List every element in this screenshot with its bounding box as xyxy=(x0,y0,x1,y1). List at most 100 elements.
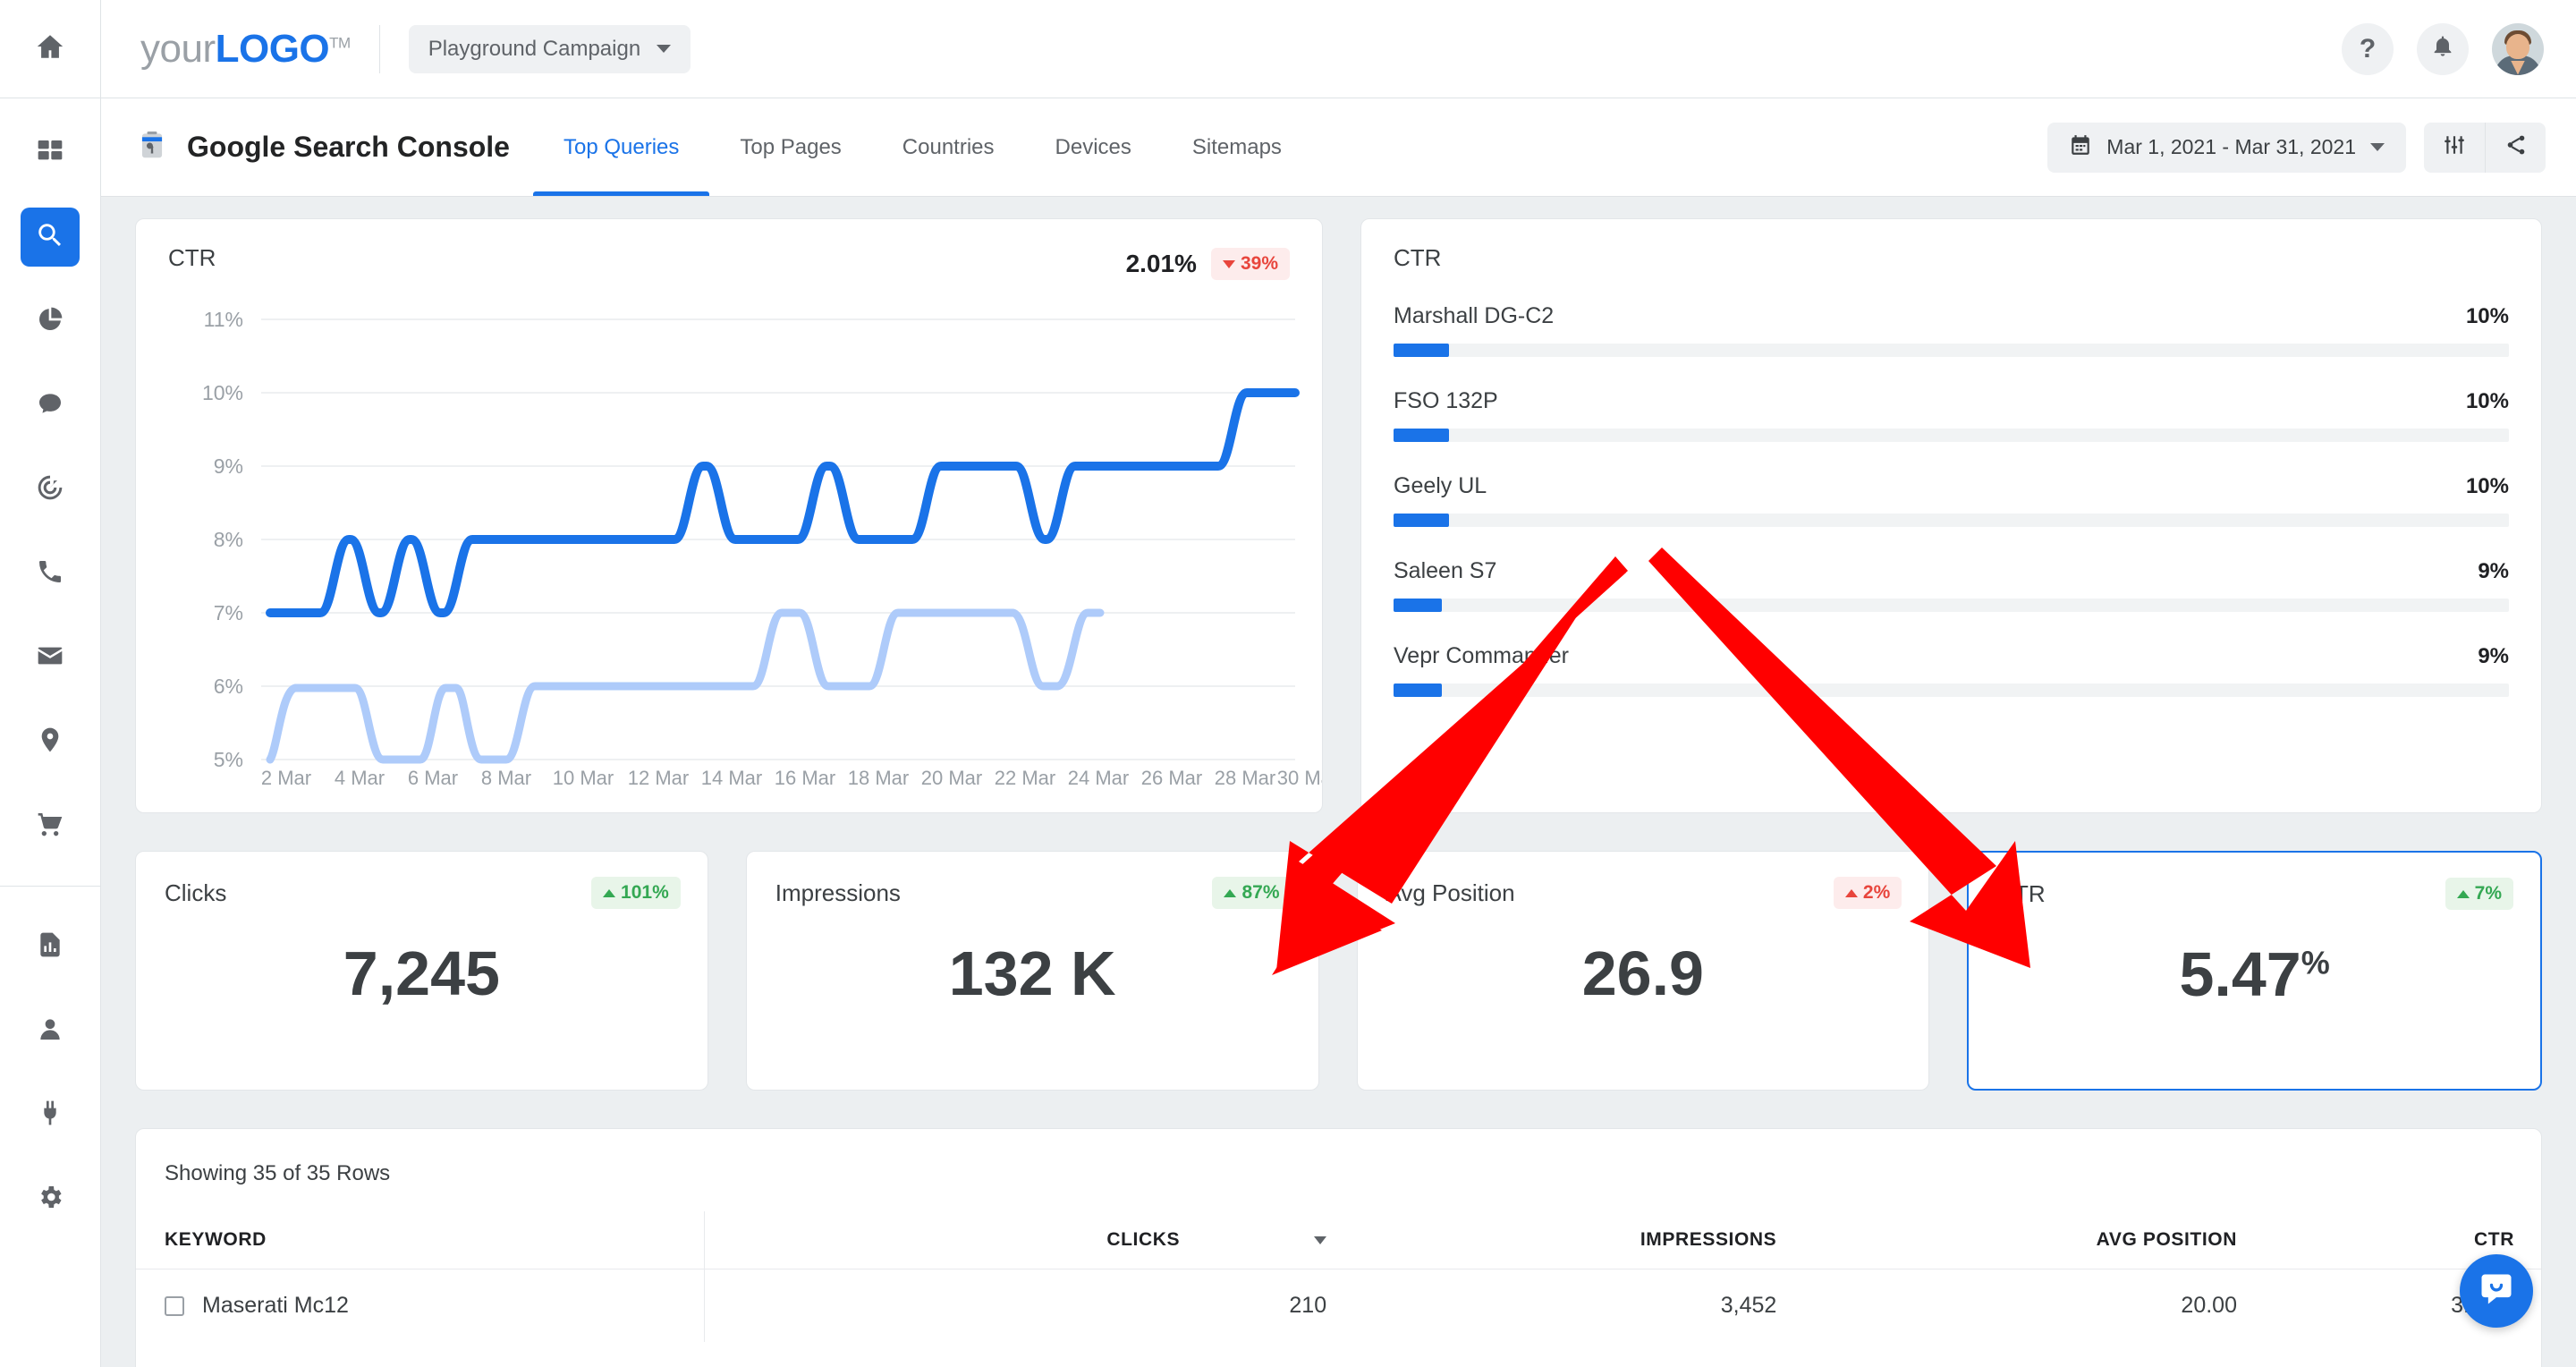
keywords-table: KEYWORD CLICKS IMPRESSIONS AVG POSITION … xyxy=(136,1211,2541,1342)
list-item-value: 9% xyxy=(2478,644,2509,668)
kpi-title: CTR xyxy=(1997,879,2046,907)
svg-text:2 Mar: 2 Mar xyxy=(261,767,311,785)
progress-track xyxy=(1394,599,2509,612)
sidebar-item-messages[interactable] xyxy=(21,376,80,435)
sidebar-item-account[interactable] xyxy=(21,1001,80,1060)
cell-clicks: 210 xyxy=(704,1269,1354,1342)
main-area: yourLOGOTM Playground Campaign ? Google … xyxy=(101,0,2576,1367)
sidebar-item-dashboard[interactable] xyxy=(21,123,80,183)
sidebar-item-search[interactable] xyxy=(21,208,80,267)
svg-text:10 Mar: 10 Mar xyxy=(553,767,614,785)
sort-descending-icon xyxy=(1314,1235,1327,1244)
tab-top-pages[interactable]: Top Pages xyxy=(709,98,871,196)
list-item[interactable]: Vepr Commander 9% xyxy=(1394,643,2509,697)
column-header-clicks[interactable]: CLICKS xyxy=(704,1211,1354,1269)
svg-text:18 Mar: 18 Mar xyxy=(848,767,909,785)
list-item-header: Vepr Commander 9% xyxy=(1394,643,2509,669)
column-header-clicks-label: CLICKS xyxy=(1106,1229,1181,1250)
table-showing-label: Showing 35 of 35 Rows xyxy=(165,1161,391,1185)
subbar-spacer xyxy=(1312,98,2047,196)
list-item[interactable]: Marshall DG-C2 10% xyxy=(1394,303,2509,357)
sidebar-item-campaigns[interactable] xyxy=(21,460,80,519)
kpi-card-ctr[interactable]: CTR 7% 5.47% xyxy=(1967,851,2542,1091)
sidebar-item-integrations[interactable] xyxy=(21,1085,80,1144)
avatar[interactable] xyxy=(2492,22,2544,75)
date-range-picker[interactable]: Mar 1, 2021 - Mar 31, 2021 xyxy=(2047,122,2406,173)
page-title: Google Search Console xyxy=(187,131,510,163)
triangle-down-icon xyxy=(1222,259,1235,268)
kpi-header: Impressions 87% xyxy=(747,852,1318,909)
phone-icon xyxy=(36,557,64,590)
sidebar-item-locations[interactable] xyxy=(21,712,80,771)
table-body: Maserati Mc12 210 3,452 20.00 3.00% xyxy=(136,1269,2541,1343)
list-item[interactable]: Geely UL 10% xyxy=(1394,473,2509,527)
kpi-card-clicks[interactable]: Clicks 101% 7,245 xyxy=(135,851,708,1091)
topbar-divider xyxy=(378,24,380,73)
list-item-value: 10% xyxy=(2465,304,2509,328)
kpi-value-suffix: % xyxy=(2301,944,2330,981)
svg-text:12 Mar: 12 Mar xyxy=(628,767,689,785)
settings-sliders-button[interactable] xyxy=(2424,123,2485,173)
progress-track xyxy=(1394,514,2509,527)
sidebar-item-calls[interactable] xyxy=(21,544,80,603)
sidebar-item-home[interactable] xyxy=(0,0,100,98)
help-button[interactable]: ? xyxy=(2342,22,2394,75)
notifications-button[interactable] xyxy=(2417,22,2469,75)
keywords-table-card: Showing 35 of 35 Rows KEYWORD CLICKS IMP… xyxy=(135,1128,2542,1367)
sidebar-item-settings[interactable] xyxy=(21,1169,80,1228)
kpi-delta: 87% xyxy=(1241,882,1280,903)
sidebar-item-ecommerce[interactable] xyxy=(21,796,80,855)
kpi-title: Impressions xyxy=(775,879,901,906)
progress-track xyxy=(1394,429,2509,442)
kpi-card-impressions[interactable]: Impressions 87% 132 K xyxy=(745,851,1319,1091)
list-item[interactable]: FSO 132P 10% xyxy=(1394,388,2509,442)
sidebar-item-email[interactable] xyxy=(21,628,80,687)
chevron-down-icon xyxy=(657,45,672,53)
kpi-value: 5.47 xyxy=(2179,939,2301,1009)
column-header-keyword[interactable]: KEYWORD xyxy=(136,1211,705,1269)
kpi-card-avg-position[interactable]: Avg Position 2% 26.9 xyxy=(1356,851,1930,1091)
cell-keyword: Maserati Mc12 xyxy=(136,1269,705,1343)
svg-text:16 Mar: 16 Mar xyxy=(775,767,835,785)
table-row[interactable]: Maserati Mc12 210 3,452 20.00 3.00% xyxy=(136,1269,2541,1343)
tab-devices[interactable]: Devices xyxy=(1025,98,1162,196)
cell-avg-position: 20.00 xyxy=(2181,1293,2237,1318)
chart-series-current xyxy=(266,388,1300,617)
triangle-up-icon xyxy=(603,888,616,897)
tab-top-queries[interactable]: Top Queries xyxy=(532,98,710,196)
svg-text:30 Mar: 30 Mar xyxy=(1277,767,1322,785)
chat-support-button[interactable] xyxy=(2460,1254,2533,1328)
app-root: yourLOGOTM Playground Campaign ? Google … xyxy=(0,0,2576,1367)
svg-text:11%: 11% xyxy=(204,308,243,331)
list-item-label: FSO 132P xyxy=(1394,388,1498,413)
tab-bar: Top Queries Top Pages Countries Devices … xyxy=(532,98,1312,196)
shopping-cart-icon xyxy=(36,810,64,843)
ctr-line-chart: 11% 10% 9% 8% 7% 6% 5% 2 Mar 4 Mar 6 Mar… xyxy=(136,284,1338,789)
kpi-delta: 2% xyxy=(1862,882,1891,903)
ctr-chart-title: CTR xyxy=(168,244,216,271)
list-item-header: Marshall DG-C2 10% xyxy=(1394,303,2509,329)
brand-logo[interactable]: yourLOGOTM xyxy=(140,27,351,72)
svg-text:24 Mar: 24 Mar xyxy=(1068,767,1129,785)
svg-text:26 Mar: 26 Mar xyxy=(1141,767,1202,785)
share-button[interactable] xyxy=(2485,122,2546,173)
logo-bold: LOGO xyxy=(215,26,330,71)
progress-fill xyxy=(1394,429,1450,442)
column-header-impressions[interactable]: IMPRESSIONS xyxy=(1353,1211,1804,1269)
progress-fill xyxy=(1394,684,1442,697)
column-header-avg-position[interactable]: AVG POSITION xyxy=(1803,1211,2264,1269)
list-item-value: 9% xyxy=(2478,559,2509,583)
module-title: Google Search Console xyxy=(135,98,533,196)
tab-sitemaps[interactable]: Sitemaps xyxy=(1162,98,1312,196)
status-badge: 2% xyxy=(1833,877,1902,909)
tab-countries[interactable]: Countries xyxy=(872,98,1025,196)
campaign-selector[interactable]: Playground Campaign xyxy=(408,24,691,73)
row-checkbox[interactable] xyxy=(165,1296,184,1317)
list-item-label: Marshall DG-C2 xyxy=(1394,303,1555,328)
list-item[interactable]: Saleen S7 9% xyxy=(1394,558,2509,612)
ctr-chart-delta: 39% xyxy=(1240,253,1278,274)
ctr-bar-list: Marshall DG-C2 10% FSO 132P 10% Geely UL… xyxy=(1361,284,2541,697)
sidebar-item-analytics[interactable] xyxy=(21,292,80,351)
chat-support-icon xyxy=(2477,1269,2516,1313)
sidebar-item-reports[interactable] xyxy=(21,917,80,976)
